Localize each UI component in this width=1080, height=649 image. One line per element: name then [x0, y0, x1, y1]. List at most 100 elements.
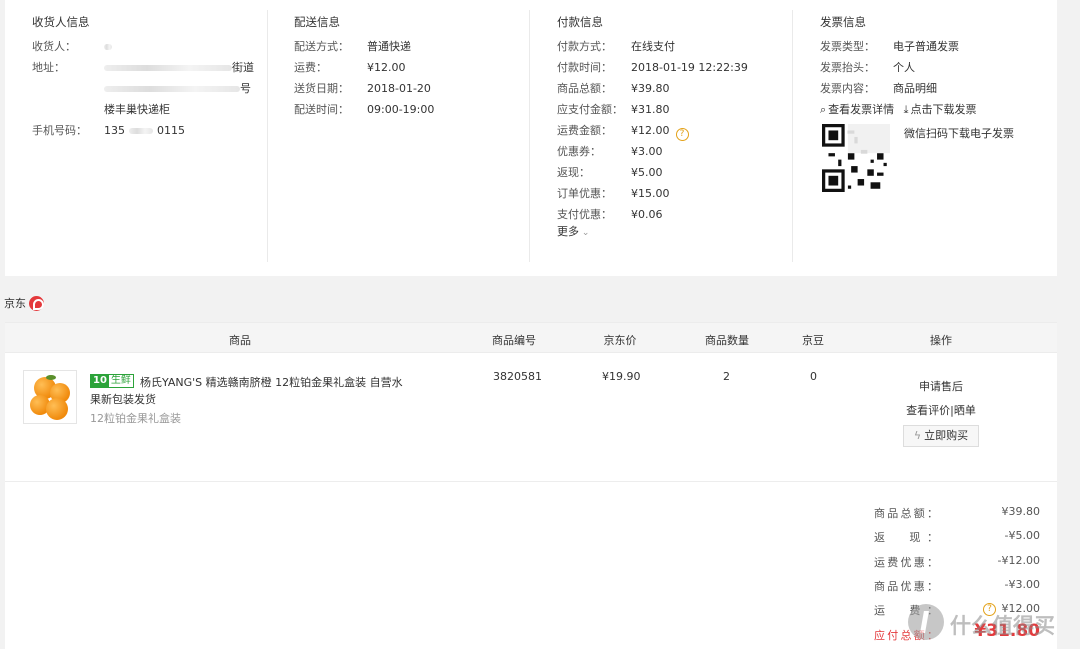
invoice-qr-code	[822, 124, 890, 192]
payment-value: 在线支付	[631, 40, 675, 53]
watermark-text: 什么值得买	[950, 614, 1055, 638]
delivery-row: 运费： ¥12.00	[294, 60, 406, 76]
summary-label: 商品优惠：	[874, 580, 938, 593]
consignee-name-row: 收货人：	[32, 39, 112, 55]
payment-row: 支付优惠： ¥0.06	[557, 207, 663, 223]
download-invoice-link[interactable]: ⤓ 点击下载发票	[904, 103, 977, 116]
invoice-qr-caption: 微信扫码下载电子发票	[904, 127, 1014, 140]
payment-row: 付款方式： 在线支付	[557, 39, 675, 55]
review-links: 查看评价|晒单	[906, 402, 976, 418]
order-info-panel: 收货人信息 收货人： 地址： 街道 号 楼丰巢快递柜 手机号码： 135 0115…	[5, 0, 1057, 276]
delivery-label: 配送时间：	[294, 103, 349, 116]
payment-label: 付款时间：	[557, 61, 612, 74]
payment-value: ¥5.00	[631, 166, 663, 179]
lightning-icon: ϟ	[913, 429, 922, 442]
delivery-section: 配送信息 配送方式： 普通快递 运费： ¥12.00 送货日期： 2018-01-20…	[294, 10, 530, 262]
invoice-row: 发票抬头： 个人	[820, 60, 915, 76]
payment-label: 商品总额：	[557, 82, 612, 95]
search-icon: ⌕	[820, 103, 827, 116]
delivery-label: 配送方式：	[294, 40, 349, 53]
payment-row: 订单优惠： ¥15.00	[557, 186, 670, 202]
product-beans: 0	[810, 370, 817, 383]
consignee-phone-value: 135 0115	[104, 124, 185, 137]
delivery-value: 09:00-19:00	[367, 103, 435, 116]
payment-label: 运费金额：	[557, 124, 612, 137]
shop-name[interactable]: 京东	[4, 295, 26, 311]
product-thumbnail[interactable]	[23, 370, 77, 424]
product-spec: 12粒铂金果礼盒装	[90, 412, 181, 425]
delivery-row: 配送方式： 普通快递	[294, 39, 411, 55]
view-review-link[interactable]: 查看评价	[906, 404, 950, 417]
summary-label: 返 现：	[874, 531, 938, 544]
view-invoice-link[interactable]: ⌕ 查看发票详情	[820, 103, 894, 116]
payment-value: ¥0.06	[631, 208, 663, 221]
summary-value: -¥12.00	[997, 554, 1040, 567]
header-product: 商品	[229, 334, 251, 347]
payment-label: 订单优惠：	[557, 187, 612, 200]
invoice-label: 发票内容：	[820, 82, 875, 95]
payment-label: 返现：	[557, 166, 590, 179]
buy-again-button[interactable]: ϟ 立即购买	[903, 425, 979, 447]
delivery-title: 配送信息	[294, 15, 340, 29]
consignee-title: 收货人信息	[32, 15, 90, 29]
share-order-link[interactable]: 晒单	[954, 404, 976, 417]
shop-logo-icon	[29, 296, 44, 311]
consignee-address-line2: 号	[104, 81, 251, 97]
help-icon[interactable]: ?	[675, 128, 689, 141]
invoice-value: 电子普通发票	[893, 40, 959, 53]
payment-label: 付款方式：	[557, 40, 612, 53]
delivery-value: 2018-01-20	[367, 82, 431, 95]
delivery-row: 送货日期： 2018-01-20	[294, 81, 431, 97]
apply-after-sale-link[interactable]: 申请售后	[919, 378, 963, 394]
invoice-value: 商品明细	[893, 82, 937, 95]
header-price: 京东价	[603, 334, 637, 347]
payment-value: 2018-01-19 12:22:39	[631, 61, 748, 74]
fresh-badge-logo: 10	[91, 375, 109, 387]
consignee-name-value	[104, 39, 112, 55]
invoice-title: 发票信息	[820, 15, 866, 29]
product-quantity: 2	[723, 370, 730, 383]
payment-row: 付款时间： 2018-01-19 12:22:39	[557, 60, 748, 76]
invoice-label: 发票类型：	[820, 40, 875, 53]
payment-label: 应支付金额：	[557, 103, 623, 116]
delivery-value: 普通快递	[367, 40, 411, 53]
invoice-label: 发票抬头：	[820, 61, 875, 74]
consignee-address-label-row: 地址： 街道	[32, 60, 254, 76]
payment-value: ¥31.80	[631, 103, 670, 116]
payment-label: 支付优惠：	[557, 208, 612, 221]
payment-row: 运费金额： ¥12.00?	[557, 123, 689, 141]
watermark: 什么值得买	[908, 602, 1078, 646]
invoice-row: 发票内容： 商品明细	[820, 81, 937, 97]
product-name-link[interactable]: 杨氏YANG'S 精选赣南脐橙 12粒铂金果礼盒装 自营水果新包装发货	[90, 374, 410, 408]
product-price: ¥19.90	[602, 370, 641, 383]
download-icon: ⤓	[903, 103, 909, 116]
payment-row: 应支付金额： ¥31.80	[557, 102, 670, 118]
delivery-row: 配送时间： 09:00-19:00	[294, 102, 434, 118]
payment-value: ¥3.00	[631, 145, 663, 158]
summary-label: 运费优惠：	[874, 556, 938, 569]
product-sku: 3820581	[493, 370, 542, 383]
consignee-address-label: 地址：	[32, 61, 65, 74]
header-beans: 京豆	[802, 334, 824, 347]
header-actions: 操作	[930, 334, 952, 347]
delivery-value: ¥12.00	[367, 61, 406, 74]
consignee-address-line1: 街道	[104, 60, 254, 76]
payment-value: ¥15.00	[631, 187, 670, 200]
summary-value: -¥5.00	[1004, 529, 1040, 542]
table-divider	[5, 481, 1057, 482]
fresh-badge: 10 生鲜	[90, 374, 134, 388]
consignee-phone-row: 手机号码： 135 0115	[32, 123, 185, 139]
summary-value: ¥39.80	[1001, 505, 1041, 518]
invoice-value: 个人	[893, 61, 915, 74]
payment-more-toggle[interactable]: 更多 ⌄	[557, 224, 589, 240]
chevron-down-icon: ⌄	[579, 228, 590, 238]
delivery-label: 运费：	[294, 61, 327, 74]
payment-value: ¥12.00?	[631, 123, 689, 141]
payment-value: ¥39.80	[631, 82, 670, 95]
table-header: 商品 商品编号 京东价 商品数量 京豆 操作	[5, 322, 1057, 353]
more-label: 更多	[557, 225, 579, 238]
header-quantity: 商品数量	[705, 334, 749, 347]
invoice-section: 发票信息 发票类型： 电子普通发票 发票抬头： 个人 发票内容： 商品明细 ⌕ 查看发票…	[820, 10, 1050, 262]
payment-title: 付款信息	[557, 15, 603, 29]
delivery-label: 送货日期：	[294, 82, 349, 95]
